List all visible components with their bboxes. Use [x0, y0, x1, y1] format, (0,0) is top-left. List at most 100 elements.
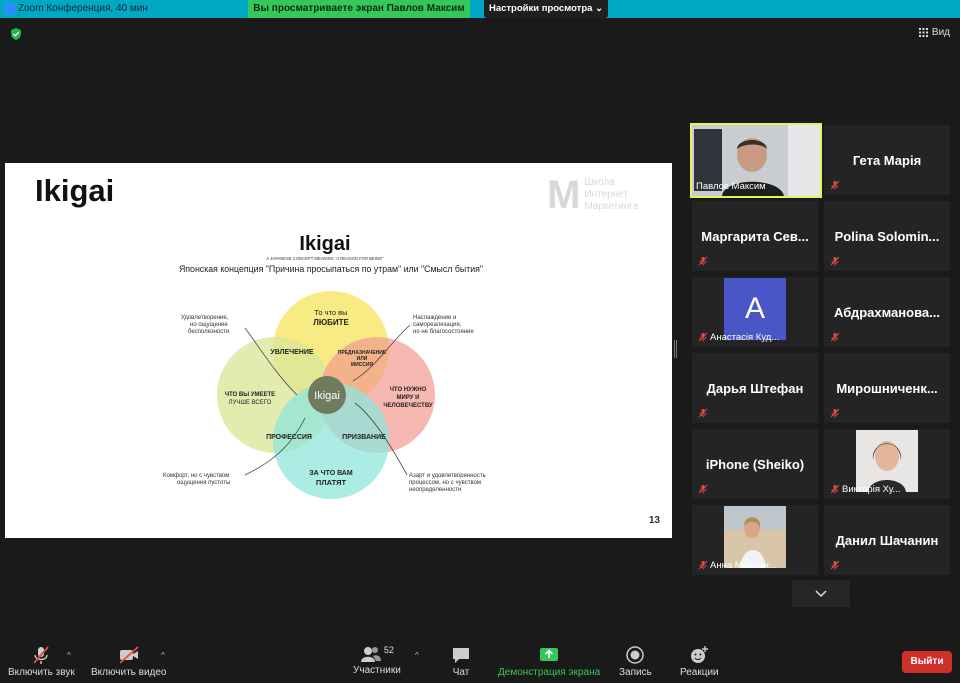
gallery-scroll-down-button[interactable] — [792, 580, 850, 607]
mic-muted-icon — [698, 484, 708, 494]
unmute-button[interactable]: Включить звук — [8, 645, 75, 678]
venn-subtitle: A JAPANESE CONCEPT MEANING "A REASON FOR… — [266, 256, 384, 261]
reactions-label: Реакции — [680, 667, 719, 678]
record-icon — [626, 646, 645, 664]
participant-name: Гета Марія — [852, 152, 922, 168]
share-screen-label: Демонстрация экрана — [498, 667, 601, 678]
participant-tile[interactable]: Данил Шачанин — [824, 505, 950, 575]
record-label: Запись — [619, 667, 652, 678]
svg-text:ПЛАТЯТ: ПЛАТЯТ — [316, 478, 347, 487]
mic-muted-icon — [830, 408, 840, 418]
participant-tile[interactable]: A Анастасія Куд... — [692, 277, 818, 347]
reactions-icon — [691, 646, 709, 663]
venn-title: Ikigai — [299, 233, 350, 255]
start-video-button[interactable]: Включить видео — [91, 645, 167, 678]
mic-muted-icon — [830, 180, 840, 190]
svg-text:самореализация,: самореализация, — [413, 322, 462, 328]
participants-button[interactable]: 52 Участники — [353, 645, 401, 676]
svg-text:МИССИЯ: МИССИЯ — [351, 362, 374, 368]
chat-label: Чат — [452, 667, 470, 678]
svg-text:ЗА ЧТО ВАМ: ЗА ЧТО ВАМ — [309, 470, 353, 477]
participant-name: Абдрахманова... — [834, 304, 940, 320]
view-button[interactable]: Вид — [918, 27, 950, 38]
chat-icon — [453, 648, 469, 663]
window-title: Zoom Конференция, 40 мин — [18, 3, 148, 14]
chat-button[interactable]: Чат — [451, 645, 471, 678]
participants-options-caret[interactable]: ^ — [415, 651, 419, 660]
mic-muted-icon — [830, 256, 840, 266]
view-options-label: Настройки просмотра — [488, 3, 593, 14]
svg-text:бесполезности: бесполезности — [188, 329, 229, 335]
mic-muted-icon — [698, 256, 708, 266]
svg-text:Комфорт, но с чувством: Комфорт, но с чувством — [163, 473, 229, 479]
participant-tile-active-speaker[interactable]: Павлов Максим — [690, 123, 822, 198]
grid-icon — [918, 28, 928, 37]
svg-text:ПРОФЕССИЯ: ПРОФЕССИЯ — [266, 434, 312, 441]
participant-name: Polina Solomin... — [834, 228, 940, 244]
svg-text:Удовлетворение,: Удовлетворение, — [181, 315, 229, 321]
screen-share-banner: Вы просматриваете экран Павлов Максим — [248, 0, 470, 18]
participant-tile[interactable]: Polina Solomin... — [824, 201, 950, 271]
audio-options-caret[interactable]: ^ — [67, 651, 71, 660]
participant-name: iPhone (Sheiko) — [705, 456, 805, 472]
record-button[interactable]: Запись — [619, 645, 652, 678]
participant-name: Маргарита Сев... — [701, 228, 809, 244]
participant-photo — [724, 506, 786, 568]
resize-handle[interactable] — [674, 340, 677, 358]
participant-tile[interactable]: Мирошниченк... — [824, 353, 950, 423]
participant-photo — [856, 430, 918, 492]
venn-caption: Японская концепция "Причина просыпаться … — [179, 264, 483, 274]
mic-muted-icon — [33, 646, 50, 664]
participant-tile[interactable]: Абдрахманова... — [824, 277, 950, 347]
participants-label: Участники — [353, 665, 401, 676]
reactions-button[interactable]: Реакции — [680, 645, 719, 678]
participant-tile[interactable]: Анна Маслен... — [692, 505, 818, 575]
participant-name: Данил Шачанин — [835, 532, 939, 548]
mic-muted-icon — [830, 484, 840, 494]
window-titlebar: Zoom Конференция, 40 мин — [0, 0, 960, 18]
participant-tile[interactable]: Гета Марія — [824, 125, 950, 195]
view-options-dropdown[interactable]: Настройки просмотра ⌄ — [484, 0, 608, 18]
unmute-label: Включить звук — [8, 667, 75, 678]
mic-muted-icon — [698, 560, 708, 570]
svg-text:ЧТО НУЖНО: ЧТО НУЖНО — [390, 387, 427, 393]
video-options-caret[interactable]: ^ — [161, 651, 165, 660]
participants-count: 52 — [383, 645, 394, 655]
chevron-down-icon — [815, 589, 827, 597]
participant-tile[interactable]: Викторія Ху... — [824, 429, 950, 499]
participant-tile[interactable]: iPhone (Sheiko) — [692, 429, 818, 499]
svg-text:ЧТО ВЫ УМЕЕТЕ: ЧТО ВЫ УМЕЕТЕ — [225, 392, 275, 398]
slide-page-number: 13 — [648, 515, 660, 526]
ikigai-venn-diagram: Ikigai A JAPANESE CONCEPT MEANING "A REA… — [163, 233, 486, 499]
shield-icon[interactable] — [10, 28, 22, 40]
video-off-icon — [119, 646, 139, 664]
svg-text:ЧЕЛОВЕЧЕСТВУ: ЧЕЛОВЕЧЕСТВУ — [383, 403, 433, 409]
view-button-label: Вид — [931, 27, 950, 38]
start-video-label: Включить видео — [91, 667, 167, 678]
avatar: A — [724, 278, 786, 340]
chevron-down-icon: ⌄ — [595, 3, 604, 14]
participant-tile[interactable]: Дарья Штефан — [692, 353, 818, 423]
svg-text:ПРИЗВАНИЕ: ПРИЗВАНИЕ — [342, 434, 386, 441]
svg-text:процессом, но с чувством: процессом, но с чувством — [409, 480, 481, 486]
participant-tile[interactable]: Маргарита Сев... — [692, 201, 818, 271]
svg-text:но не благосостояние: но не благосостояние — [413, 329, 474, 335]
svg-text:ЛУЧШЕ ВСЕГО: ЛУЧШЕ ВСЕГО — [229, 400, 272, 406]
leave-button[interactable]: Выйти — [902, 651, 952, 673]
participant-name: Викторія Ху... — [842, 484, 901, 495]
zoom-app-icon — [4, 3, 16, 15]
svg-text:Азарт и удовлетворенность: Азарт и удовлетворенность — [409, 473, 486, 479]
participant-name: Павлов Максим — [696, 181, 766, 192]
participant-name: Дарья Штефан — [706, 380, 804, 396]
svg-text:МИРУ И: МИРУ И — [397, 395, 420, 401]
mic-muted-icon — [698, 408, 708, 418]
svg-text:УВЛЕЧЕНИЕ: УВЛЕЧЕНИЕ — [270, 349, 313, 356]
svg-text:ощущения пустоты: ощущения пустоты — [177, 480, 230, 486]
svg-text:неопределенности: неопределенности — [409, 487, 461, 493]
svg-text:Наслаждение и: Наслаждение и — [413, 315, 456, 321]
participant-name: Мирошниченк... — [836, 380, 938, 396]
share-screen-button[interactable]: Демонстрация экрана — [498, 645, 600, 678]
participant-name: Анастасія Куд... — [710, 332, 780, 343]
svg-text:ЛЮБИТЕ: ЛЮБИТЕ — [313, 318, 349, 327]
mic-muted-icon — [698, 332, 708, 342]
